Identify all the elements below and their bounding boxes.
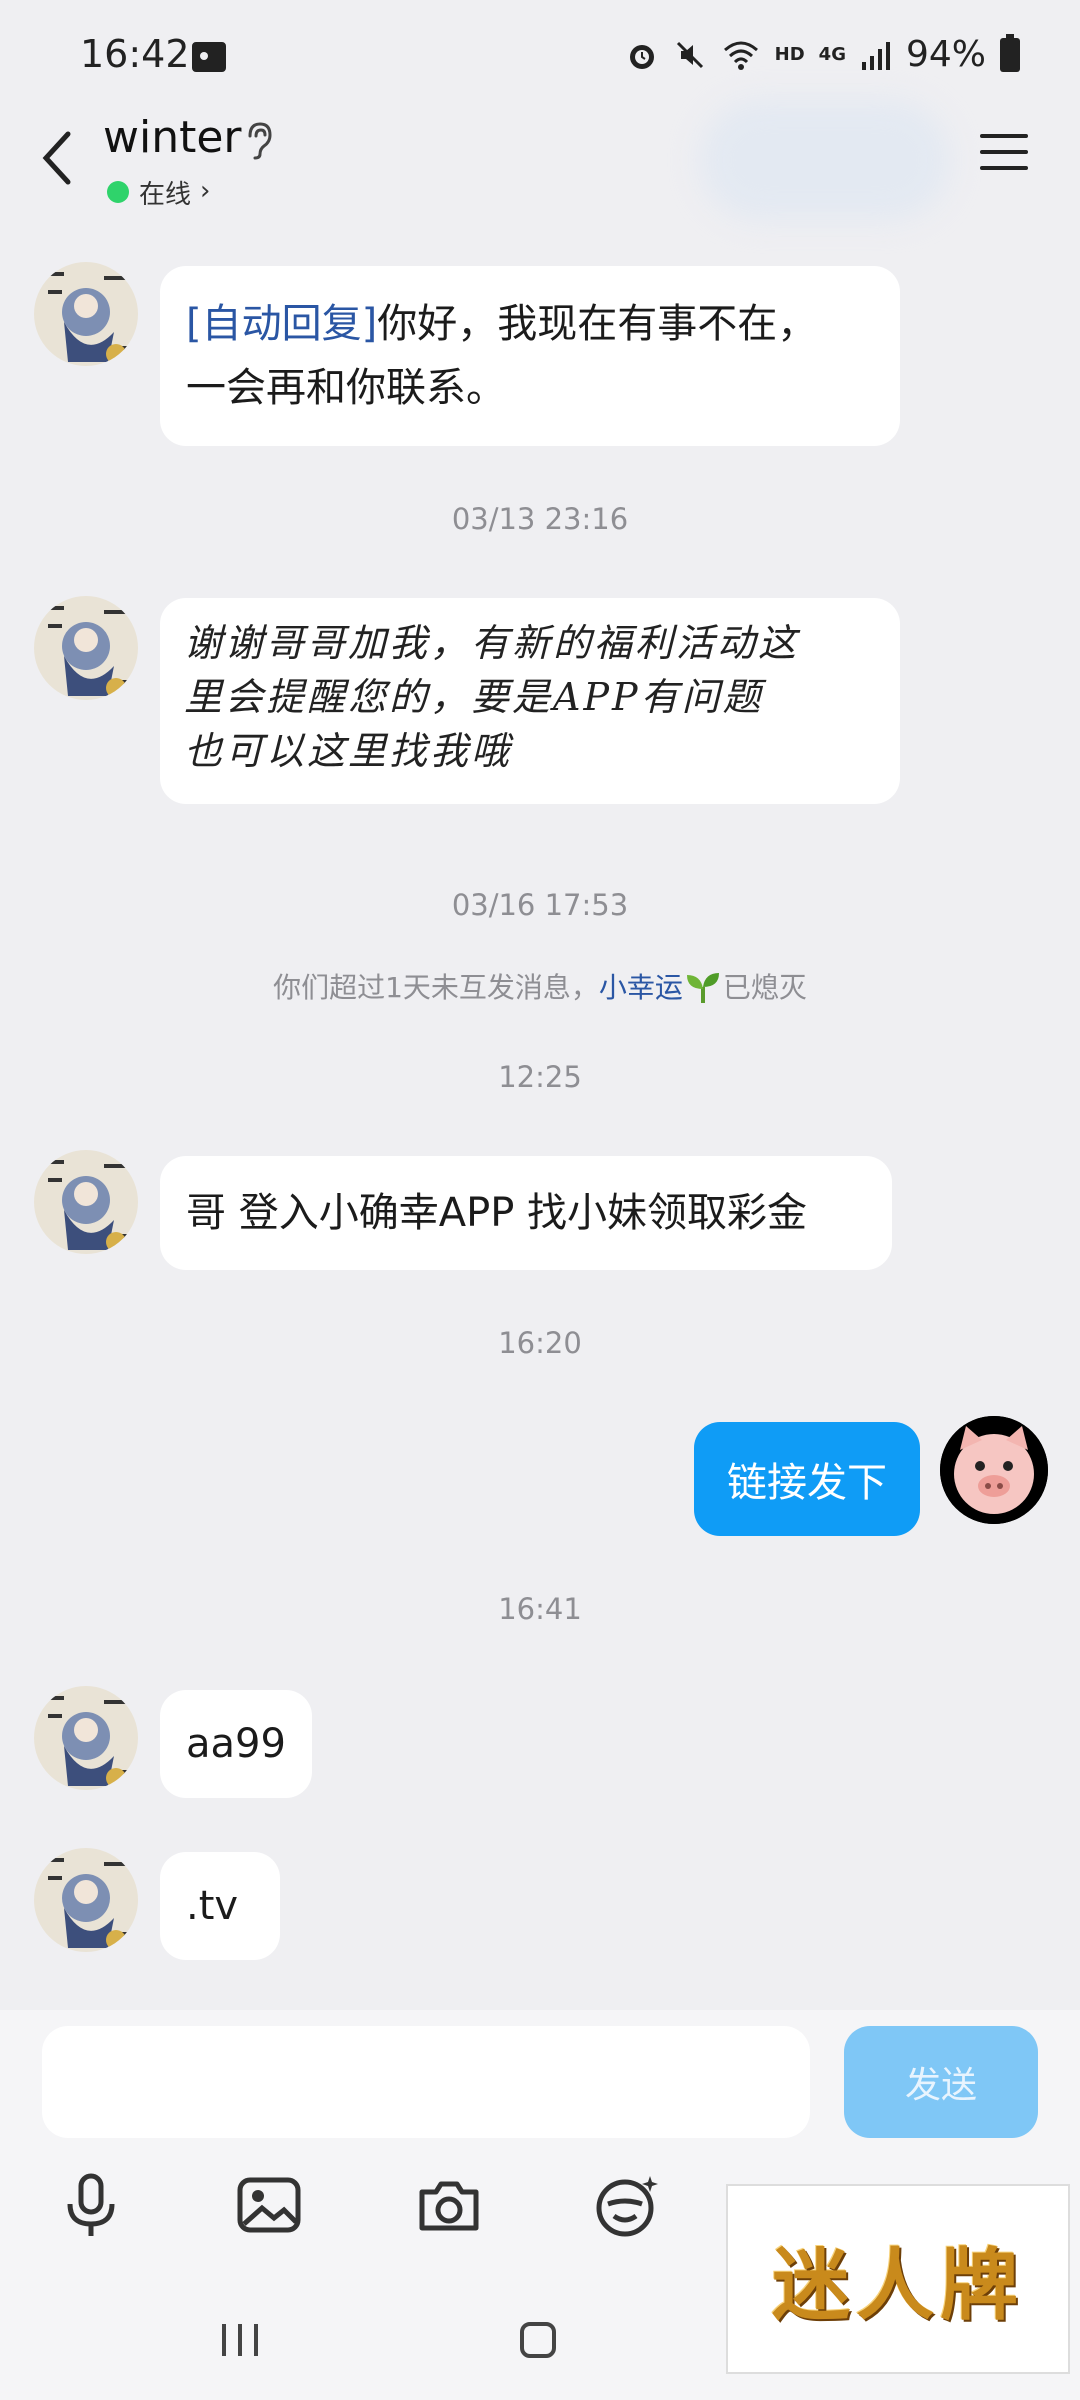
message-line: 也可以这里找我哦 [184, 729, 513, 773]
home-nav-icon[interactable] [520, 2322, 556, 2358]
ear-icon[interactable] [244, 120, 274, 160]
camera-icon[interactable] [414, 2170, 484, 2240]
battery-icon [1000, 33, 1020, 72]
message-bubble-autoreply[interactable]: [自动回复]你好，我现在有事不在， 一会再和你联系。 [160, 266, 900, 446]
image-notification-icon [192, 42, 226, 72]
contact-avatar[interactable] [34, 1848, 138, 1952]
online-status-label[interactable]: 在线 [139, 174, 191, 211]
timestamp: 03/16 17:53 [451, 888, 629, 922]
message-line: 里会提醒您的，要是APP有问题 [184, 675, 764, 719]
message-bubble[interactable]: 哥 登入小确幸APP 找小妹领取彩金 [160, 1156, 892, 1270]
alarm-icon [629, 44, 654, 69]
message-bubble[interactable]: aa99 [160, 1690, 312, 1798]
timestamp: 12:25 [498, 1060, 582, 1094]
system-notice: 你们超过1天未互发消息，小幸运 已熄灭 [0, 966, 1080, 1006]
my-message-bubble[interactable]: 链接发下 [694, 1422, 920, 1536]
battery-percent: 94% [905, 34, 986, 75]
blurred-region [700, 100, 950, 220]
mute-icon [676, 41, 703, 68]
image-icon[interactable] [234, 2170, 304, 2240]
message-text: 哥 登入小确幸APP 找小妹领取彩金 [186, 1190, 808, 1236]
contact-avatar[interactable] [34, 596, 138, 700]
message-bubble-welcome[interactable]: 谢谢哥哥加我，有新的福利活动这 里会提醒您的，要是APP有问题 也可以这里找我哦 [160, 598, 900, 804]
system-notice-suffix: 已熄灭 [722, 971, 807, 1004]
microphone-icon[interactable] [56, 2170, 126, 2240]
network-label: 4G [818, 44, 846, 65]
system-notice-prefix: 你们超过1天未互发消息， [273, 971, 599, 1004]
message-bubble[interactable]: .tv [160, 1852, 280, 1960]
message-input[interactable] [42, 2026, 810, 2138]
send-button[interactable]: 发送 [844, 2026, 1038, 2138]
contact-avatar[interactable] [34, 262, 138, 366]
timestamp: 16:20 [498, 1326, 582, 1360]
my-avatar[interactable] [940, 1416, 1048, 1524]
emoji-icon[interactable] [592, 2170, 662, 2240]
status-indicators: HD 4G 94% [625, 33, 1020, 75]
timestamp: 03/13 23:16 [451, 502, 629, 536]
message-text: aa99 [186, 1721, 286, 1767]
sprout-icon [686, 973, 719, 1003]
back-arrow-icon[interactable] [38, 128, 78, 188]
online-status-dot [107, 181, 129, 203]
message-text: .tv [186, 1883, 239, 1929]
contact-name[interactable]: winter [103, 112, 242, 163]
watermark: 迷人牌 [726, 2184, 1070, 2374]
contact-avatar[interactable] [34, 1150, 138, 1254]
message-text: 链接发下 [727, 1460, 887, 1506]
wifi-icon [723, 41, 758, 70]
message-line: 谢谢哥哥加我，有新的福利活动这 [184, 621, 800, 665]
timestamp: 16:41 [498, 1592, 582, 1626]
autoreply-tag: [自动回复] [186, 301, 378, 347]
status-time: 16:42 [80, 32, 190, 76]
message-text: 你好，我现在有事不在， [377, 301, 818, 347]
hd-label: HD [774, 44, 805, 65]
signal-icon [861, 41, 890, 70]
contact-avatar[interactable] [34, 1686, 138, 1790]
watermark-text: 迷人牌 [771, 2240, 1024, 2331]
recents-nav-icon[interactable] [220, 2322, 260, 2358]
chevron-right-icon[interactable]: › [200, 176, 210, 206]
lucky-link[interactable]: 小幸运 [599, 971, 683, 1004]
message-text: 一会再和你联系。 [186, 365, 506, 411]
menu-icon[interactable] [980, 134, 1028, 174]
